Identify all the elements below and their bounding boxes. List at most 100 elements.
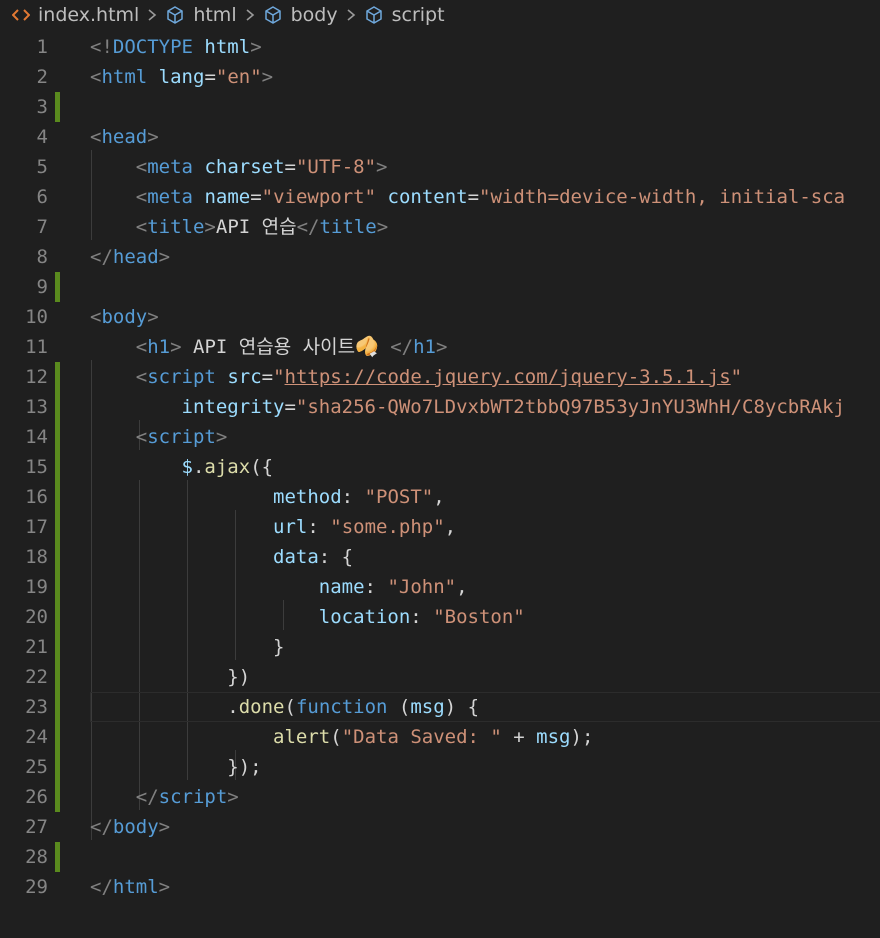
breadcrumb-file-label: index.html bbox=[38, 4, 140, 26]
code-text: data: { bbox=[273, 546, 354, 568]
code-text: <!DOCTYPE html> bbox=[90, 36, 262, 58]
code-line[interactable]: 24 alert("Data Saved: " + msg); bbox=[0, 722, 880, 752]
modified-line-marker bbox=[55, 602, 60, 632]
code-line[interactable]: 29 </html> bbox=[0, 872, 880, 902]
modified-line-marker bbox=[55, 692, 60, 722]
line-number: 7 bbox=[36, 216, 48, 238]
line-number: 5 bbox=[36, 156, 48, 178]
modified-line-marker bbox=[55, 422, 60, 452]
line-number: 23 bbox=[25, 696, 48, 718]
breadcrumb-body-label: body bbox=[290, 4, 338, 26]
breadcrumb-script-label: script bbox=[391, 4, 445, 26]
code-line[interactable]: 16 method: "POST", bbox=[0, 482, 880, 512]
code-text: integrity="sha256-QWo7LDvxbWT2tbbQ97B53y… bbox=[181, 396, 845, 418]
code-line[interactable]: 25 }); bbox=[0, 752, 880, 782]
breadcrumb-body[interactable]: body bbox=[263, 4, 338, 26]
code-line[interactable]: 26 </script> bbox=[0, 782, 880, 812]
code-text: <body> bbox=[90, 306, 159, 328]
chevron-right-icon bbox=[147, 8, 157, 22]
breadcrumb-file[interactable]: index.html bbox=[12, 4, 139, 26]
code-text: }) bbox=[227, 666, 251, 688]
code-line[interactable]: 18 data: { bbox=[0, 542, 880, 572]
line-number: 12 bbox=[25, 366, 48, 388]
code-text: </html> bbox=[90, 876, 171, 898]
code-text: $.ajax({ bbox=[181, 456, 274, 478]
code-line[interactable]: 8 </head> bbox=[0, 242, 880, 272]
code-text: <script src="https://code.jquery.com/jqu… bbox=[135, 366, 743, 388]
modified-line-marker bbox=[55, 362, 60, 392]
line-number: 6 bbox=[36, 186, 48, 208]
code-text: <head> bbox=[90, 126, 159, 148]
modified-line-marker bbox=[55, 452, 60, 482]
code-line[interactable]: 14 <script> bbox=[0, 422, 880, 452]
line-number: 19 bbox=[25, 576, 48, 598]
code-editor[interactable]: 1 <!DOCTYPE html> 2 <html lang="en"> 3 4 <head… bbox=[0, 30, 880, 938]
modified-line-marker bbox=[55, 632, 60, 662]
breadcrumb-html[interactable]: html bbox=[165, 4, 237, 26]
breadcrumb-script[interactable]: script bbox=[364, 4, 445, 26]
code-text: name: "John", bbox=[318, 576, 468, 598]
code-line[interactable]: 4 <head> bbox=[0, 122, 880, 152]
line-number: 1 bbox=[36, 36, 48, 58]
code-line[interactable]: 1 <!DOCTYPE html> bbox=[0, 32, 880, 62]
code-text: } bbox=[273, 636, 285, 658]
modified-line-marker bbox=[55, 842, 60, 872]
line-number: 11 bbox=[25, 336, 48, 358]
modified-line-marker bbox=[55, 752, 60, 782]
line-number: 27 bbox=[25, 816, 48, 838]
html-file-icon bbox=[12, 8, 30, 22]
line-number: 2 bbox=[36, 66, 48, 88]
code-line[interactable]: 12 <script src="https://code.jquery.com/… bbox=[0, 362, 880, 392]
code-line[interactable]: 2 <html lang="en"> bbox=[0, 62, 880, 92]
code-line[interactable]: 10 <body> bbox=[0, 302, 880, 332]
modified-line-marker bbox=[55, 92, 60, 122]
line-number: 29 bbox=[25, 876, 48, 898]
code-line[interactable]: 15 $.ajax({ bbox=[0, 452, 880, 482]
modified-line-marker bbox=[55, 662, 60, 692]
modified-line-marker bbox=[55, 392, 60, 422]
code-text: </body> bbox=[90, 816, 171, 838]
code-line[interactable]: 11 <h1> API 연습용 사이트🥠 </h1> bbox=[0, 332, 880, 362]
code-line[interactable]: 22 }) bbox=[0, 662, 880, 692]
line-number: 25 bbox=[25, 756, 48, 778]
code-line[interactable]: 5 <meta charset="UTF-8"> bbox=[0, 152, 880, 182]
line-number: 21 bbox=[25, 636, 48, 658]
modified-line-marker bbox=[55, 542, 60, 572]
code-line[interactable]: 9 bbox=[0, 272, 880, 302]
element-cube-icon bbox=[165, 5, 185, 25]
chevron-right-icon bbox=[245, 8, 255, 22]
code-line[interactable]: 17 url: "some.php", bbox=[0, 512, 880, 542]
chevron-right-icon bbox=[346, 8, 356, 22]
line-number: 9 bbox=[36, 276, 48, 298]
code-line[interactable]: 23 .done(function (msg) { bbox=[0, 692, 880, 722]
code-text: <h1> API 연습용 사이트🥠 </h1> bbox=[135, 336, 448, 358]
code-text: }); bbox=[227, 756, 262, 778]
line-number: 15 bbox=[25, 456, 48, 478]
line-number: 18 bbox=[25, 546, 48, 568]
code-line[interactable]: 28 bbox=[0, 842, 880, 872]
line-number: 17 bbox=[25, 516, 48, 538]
modified-line-marker bbox=[55, 482, 60, 512]
code-line[interactable]: 3 bbox=[0, 92, 880, 122]
line-number: 8 bbox=[36, 246, 48, 268]
code-text: .done(function (msg) { bbox=[227, 696, 480, 718]
line-number: 28 bbox=[25, 846, 48, 868]
modified-line-marker bbox=[55, 272, 60, 302]
code-line[interactable]: 7 <title>API 연습</title> bbox=[0, 212, 880, 242]
code-line[interactable]: 27 </body> bbox=[0, 812, 880, 842]
line-number: 4 bbox=[36, 126, 48, 148]
code-text: location: "Boston" bbox=[318, 606, 525, 628]
code-text: </script> bbox=[135, 786, 239, 808]
code-line[interactable]: 20 location: "Boston" bbox=[0, 602, 880, 632]
code-line[interactable]: 21 } bbox=[0, 632, 880, 662]
line-number: 10 bbox=[25, 306, 48, 328]
code-text: url: "some.php", bbox=[273, 516, 457, 538]
code-line[interactable]: 19 name: "John", bbox=[0, 572, 880, 602]
code-text: alert("Data Saved: " + msg); bbox=[273, 726, 594, 748]
code-line[interactable]: 6 <meta name="viewport" content="width=d… bbox=[0, 182, 880, 212]
code-line[interactable]: 13 integrity="sha256-QWo7LDvxbWT2tbbQ97B… bbox=[0, 392, 880, 422]
element-cube-icon bbox=[263, 5, 283, 25]
modified-line-marker bbox=[55, 512, 60, 542]
code-text: <script> bbox=[135, 426, 228, 448]
code-text: <meta name="viewport" content="width=dev… bbox=[135, 186, 846, 208]
